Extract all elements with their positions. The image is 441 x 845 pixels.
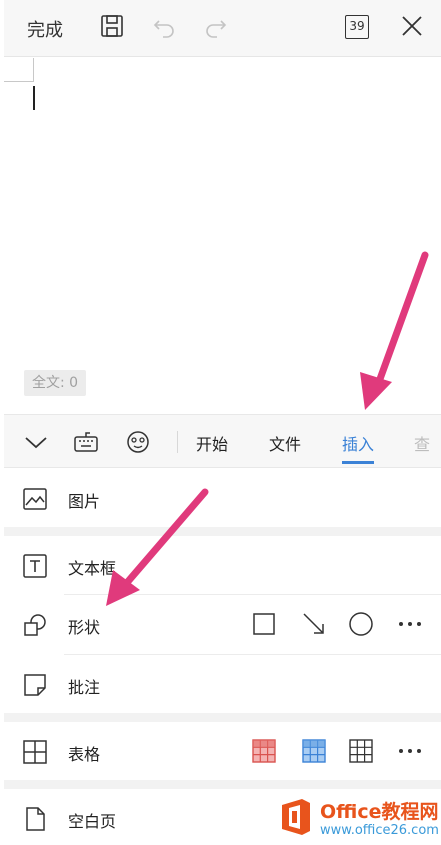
plain-table-icon[interactable]	[348, 738, 374, 764]
close-icon[interactable]	[398, 12, 426, 40]
done-button[interactable]: 完成	[27, 16, 63, 42]
red-table-icon[interactable]	[251, 738, 277, 764]
keyboard-icon[interactable]	[72, 428, 100, 456]
document-editor[interactable]: 全文: 0	[4, 58, 441, 413]
insert-blank-page-label: 空白页	[68, 812, 117, 831]
circle-shape-icon[interactable]	[348, 611, 374, 637]
collapse-icon[interactable]	[22, 428, 50, 456]
section-gap	[4, 780, 441, 789]
insert-table-label: 表格	[68, 745, 101, 764]
table-icon	[23, 740, 47, 764]
section-gap	[4, 527, 441, 536]
insert-image-item[interactable]: 图片	[4, 469, 441, 527]
ribbon-bar: 开始 文件 插入 查	[4, 414, 441, 468]
insert-table-item[interactable]: 表格	[4, 722, 441, 780]
arrow-line-icon[interactable]	[301, 611, 327, 637]
emoji-icon[interactable]	[124, 428, 152, 456]
insert-textbox-label: 文本框	[68, 559, 117, 578]
undo-icon[interactable]	[150, 12, 178, 40]
tab-file[interactable]: 文件	[269, 431, 301, 455]
watermark-url: www.office26.com	[320, 823, 439, 838]
more-icon[interactable]	[397, 738, 423, 764]
office26-watermark: Office教程网 www.office26.com	[272, 793, 441, 845]
word-count-badge: 全文: 0	[24, 370, 87, 396]
insert-image-label: 图片	[68, 492, 101, 511]
blue-table-icon[interactable]	[301, 738, 327, 764]
insert-shape-item[interactable]: 形状	[4, 595, 441, 653]
shape-icon	[24, 614, 46, 636]
insert-shape-label: 形状	[68, 618, 101, 637]
redo-icon[interactable]	[202, 12, 230, 40]
tab-start[interactable]: 开始	[196, 431, 228, 455]
insert-comment-label: 批注	[68, 678, 101, 697]
save-icon[interactable]	[98, 12, 126, 40]
insert-textbox-item[interactable]: 文本框	[4, 536, 441, 594]
tab-view[interactable]: 查	[414, 431, 441, 455]
watermark-brand: Office教程网	[320, 801, 439, 823]
square-shape-icon[interactable]	[251, 611, 277, 637]
textbox-icon	[23, 554, 47, 578]
image-icon	[23, 488, 47, 510]
tab-insert[interactable]: 插入	[342, 431, 375, 464]
top-toolbar: 完成 39	[4, 0, 441, 57]
ribbon-divider	[177, 431, 178, 453]
insert-comment-item[interactable]: 批注	[4, 655, 441, 713]
page-count-icon[interactable]: 39	[345, 15, 369, 39]
more-icon[interactable]	[397, 611, 423, 637]
section-gap	[4, 713, 441, 722]
text-cursor	[33, 86, 35, 110]
office-logo-icon	[282, 799, 310, 835]
blank-page-icon	[26, 807, 45, 831]
comment-icon	[24, 674, 46, 696]
page-corner-mark	[4, 58, 34, 82]
